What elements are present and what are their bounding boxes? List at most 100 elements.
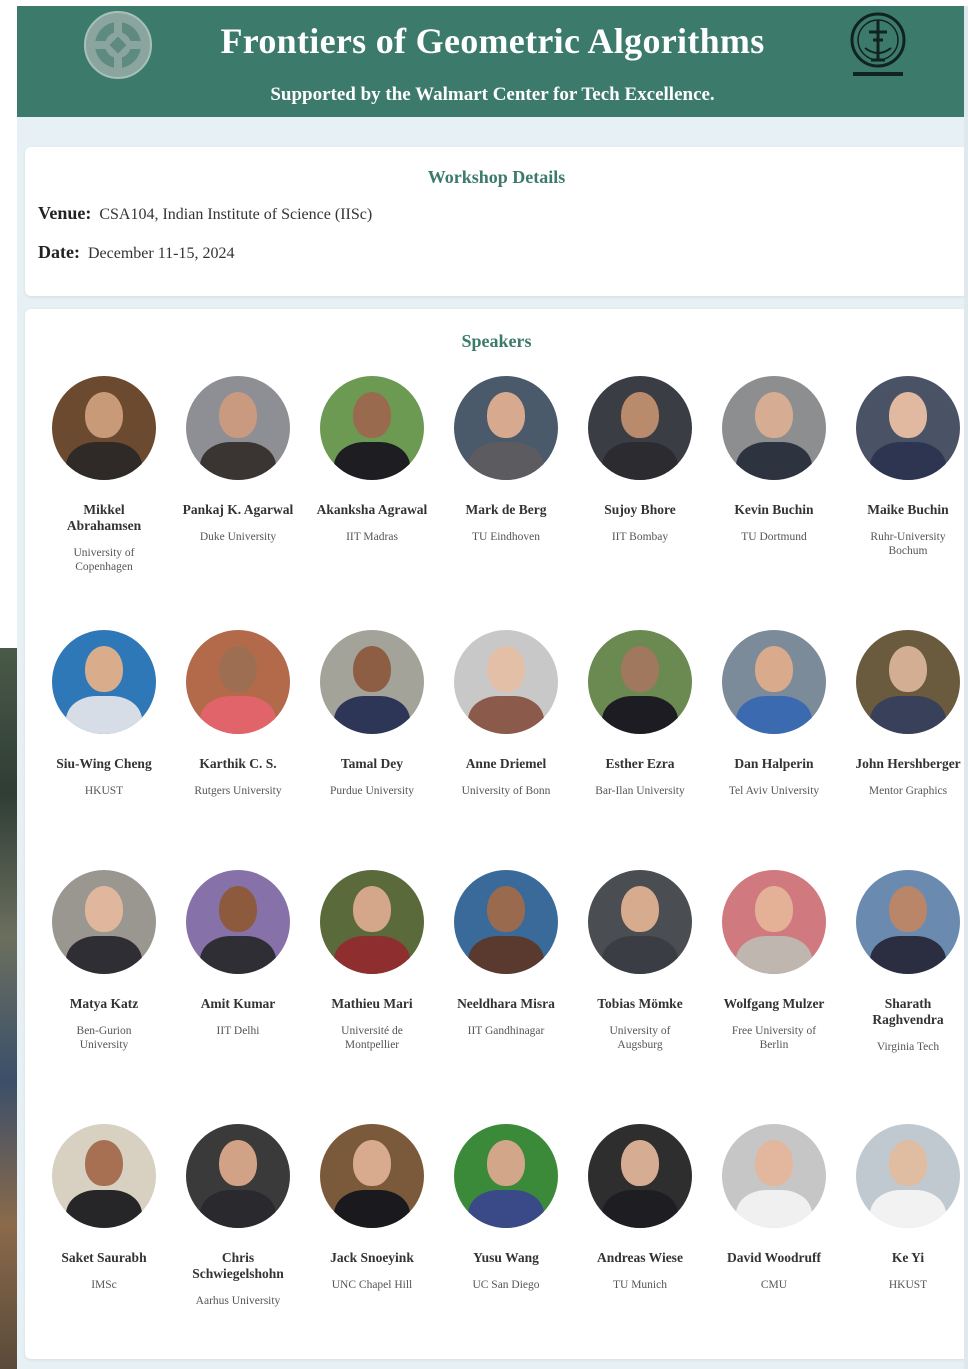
speaker-card: Anne Driemel University of Bonn [439,630,573,798]
speaker-card: Tamal Dey Purdue University [305,630,439,798]
speaker-affiliation: IIT Delhi [216,1025,260,1037]
speaker-photo-face [755,1140,793,1186]
speaker-photo [588,630,692,734]
speaker-affiliation: Université de Montpellier [341,1025,403,1051]
speaker-card: Esther Ezra Bar-Ilan University [573,630,707,798]
page-title: Frontiers of Geometric Algorithms [220,21,765,61]
speaker-affiliation: IIT Bombay [611,531,669,543]
speaker-photo [186,1124,290,1228]
speaker-photo [320,1124,424,1228]
speaker-name: Andreas Wiese [597,1250,683,1265]
speaker-photo-body [870,442,946,480]
speaker-name: Anne Driemel [465,756,547,771]
speaker-photo-face [755,646,793,692]
speaker-photo-face [889,646,927,692]
speaker-affiliation: TU Eindhoven [471,531,541,543]
speaker-name: Wolfgang Mulzer [723,996,825,1011]
speaker-affiliation: Purdue University [329,785,414,797]
speaker-affiliation: IMSc [91,1279,117,1291]
speaker-affiliation: IIT Madras [346,531,398,543]
speaker-card: Neeldhara Misra IIT Gandhinagar [439,870,573,1038]
speaker-name: David Woodruff [727,1250,821,1265]
speaker-photo-body [200,696,276,734]
speaker-name: Kevin Buchin [734,502,814,517]
speaker-photo-body [200,936,276,974]
speaker-card: Pankaj K. Agarwal Duke University [171,376,305,544]
speaker-photo [52,870,156,974]
speaker-photo [52,1124,156,1228]
speaker-name: Siu-Wing Cheng [56,756,152,771]
speaker-photo-body [602,442,678,480]
speaker-photo [186,376,290,480]
speaker-name: Mark de Berg [465,502,547,517]
date-value: December 11-15, 2024 [87,245,235,262]
venue-value: CSA104, Indian Institute of Science (IIS… [99,206,373,223]
speaker-card: Jack Snoeyink UNC Chapel Hill [305,1124,439,1292]
speaker-photo-face [487,1140,525,1186]
speaker-photo-face [219,392,257,438]
speaker-card: Sharath Raghvendra Virginia Tech [841,870,968,1054]
speaker-photo [320,630,424,734]
speaker-photo-face [353,886,391,932]
speaker-affiliation: Free University of Berlin [731,1025,817,1051]
speaker-photo-body [200,1190,276,1228]
speaker-photo [454,1124,558,1228]
speaker-photo-body [736,696,812,734]
speaker-photo-face [353,646,391,692]
speaker-photo [52,630,156,734]
speaker-affiliation: TU Dortmund [741,531,807,543]
speaker-photo-face [85,392,123,438]
speaker-affiliation: Bar-Ilan University [595,785,685,797]
workshop-details-heading: Workshop Details [427,167,566,187]
speaker-photo-face [621,886,659,932]
speaker-grid: Mikkel Abrahamsen University of Copenhage… [25,309,968,1359]
speaker-photo-body [736,1190,812,1228]
speaker-photo-body [602,1190,678,1228]
speaker-photo-face [85,1140,123,1186]
speaker-photo-face [621,392,659,438]
speaker-photo [186,870,290,974]
speaker-affiliation: TU Munich [613,1279,667,1291]
speaker-photo-face [889,886,927,932]
speaker-photo-body [468,936,544,974]
speaker-name: Neeldhara Misra [457,996,555,1011]
iisc-seal-icon [850,12,906,76]
speaker-name: Pankaj K. Agarwal [182,502,294,517]
speaker-affiliation: Ben-Gurion University [76,1025,132,1051]
speaker-photo [320,870,424,974]
speaker-affiliation: University of Copenhagen [73,547,135,573]
speaker-affiliation: UC San Diego [472,1279,540,1291]
site-header: Frontiers of Geometric Algorithms Suppor… [17,6,968,117]
speaker-photo-body [334,696,410,734]
speaker-photo [588,1124,692,1228]
speaker-name: Matya Katz [69,996,139,1011]
speaker-affiliation: HKUST [888,1279,928,1291]
page-subtitle: Supported by the Walmart Center for Tech… [270,84,715,105]
speaker-affiliation: Aarhus University [195,1295,281,1307]
speaker-name: Ke Yi [891,1250,925,1265]
speaker-affiliation: Tel Aviv University [728,785,820,797]
speaker-card: Wolfgang Mulzer Free University of Berlin [707,870,841,1052]
speaker-photo-body [602,936,678,974]
speaker-card: Yusu Wang UC San Diego [439,1124,573,1292]
speaker-name: Sujoy Bhore [604,502,676,517]
speaker-affiliation: Ruhr-University Bochum [870,531,946,557]
speaker-name: Chris Schwiegelshohn [192,1250,284,1281]
speaker-card: Karthik C. S. Rutgers University [171,630,305,798]
speaker-photo-body [736,442,812,480]
speaker-photo [856,870,960,974]
workshop-details-card: Workshop Details Venue: CSA104, Indian I… [25,147,968,296]
speaker-photo-face [755,392,793,438]
speaker-name: Saket Saurabh [61,1250,147,1265]
speaker-affiliation: University of Augsburg [609,1025,671,1051]
speaker-photo-body [66,442,142,480]
speaker-photo-face [487,646,525,692]
right-edge [964,6,968,1369]
speaker-photo-face [487,392,525,438]
speaker-photo-body [200,442,276,480]
speaker-name: Jack Snoeyink [330,1250,414,1265]
speaker-name: Karthik C. S. [199,756,277,771]
speaker-card: Kevin Buchin TU Dortmund [707,376,841,544]
speaker-affiliation: University of Bonn [461,785,551,797]
speaker-name: Mathieu Mari [331,996,413,1011]
